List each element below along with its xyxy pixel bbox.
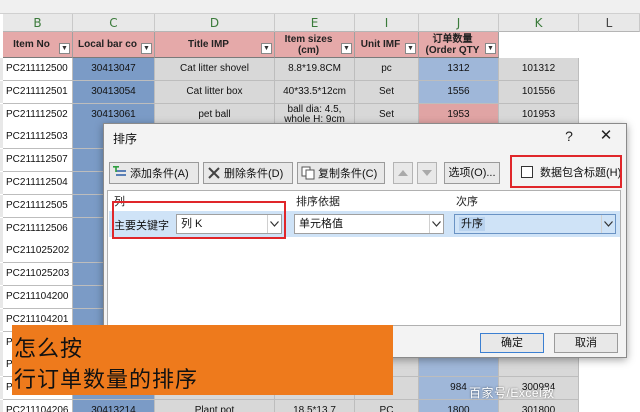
grid-header-sort-on: 排序依据: [296, 196, 340, 208]
copy-level-icon: [301, 166, 315, 180]
col-header-k[interactable]: K: [499, 14, 579, 32]
table-cell-e[interactable]: 8.8*19.8CM: [275, 58, 355, 81]
table-cell-k[interactable]: 301800: [499, 400, 579, 412]
table-cell-b[interactable]: PC211112506: [3, 218, 73, 241]
table-cell-c[interactable]: 30413047: [73, 58, 155, 81]
col-header-b[interactable]: B: [3, 14, 73, 32]
caption-line-2: 行订单数量的排序: [14, 368, 199, 393]
table-cell-j[interactable]: 1800: [419, 400, 499, 412]
table-cell-j[interactable]: 1312: [419, 58, 499, 81]
table-cell-b[interactable]: PC211112500: [3, 58, 73, 81]
sort-order-value: 升序: [459, 217, 485, 231]
filter-dropdown-icon[interactable]: ▼: [261, 43, 272, 54]
chevron-down-icon[interactable]: [429, 215, 443, 233]
watermark: 百家号/Excel教: [469, 386, 555, 400]
header-title[interactable]: Title IMP ▼: [155, 32, 275, 58]
table-cell-i[interactable]: pc: [355, 58, 419, 81]
col-header-l[interactable]: L: [579, 14, 640, 32]
table-cell-c[interactable]: 30413214: [73, 400, 155, 412]
header-local-bar[interactable]: Local bar co ▼: [73, 32, 155, 58]
delete-level-icon: [207, 166, 221, 180]
header-qty-text: 订单数量 (Order QTY: [425, 33, 480, 56]
filter-dropdown-icon[interactable]: ▼: [59, 43, 70, 54]
col-header-j[interactable]: J: [419, 14, 499, 32]
table-cell-b[interactable]: PC211112501: [3, 81, 73, 104]
table-cell-b[interactable]: PC211025202: [3, 240, 73, 263]
col-header-c[interactable]: C: [73, 14, 155, 32]
copy-level-label: 复制条件(C): [318, 168, 378, 180]
caption-line-1: 怎么按: [14, 337, 84, 362]
table-cell-b[interactable]: PC211112507: [3, 149, 73, 172]
move-up-button[interactable]: [393, 162, 413, 184]
table-cell-b[interactable]: PC211104206: [3, 400, 73, 412]
header-sizes[interactable]: Item sizes (cm) ▼: [275, 32, 355, 58]
table-cell-b[interactable]: PC211112504: [3, 172, 73, 195]
copy-level-button[interactable]: 复制条件(C): [297, 162, 385, 184]
table-cell-k[interactable]: 101312: [499, 58, 579, 81]
filter-dropdown-icon[interactable]: ▼: [485, 43, 496, 54]
highlight-box-key: [112, 201, 286, 239]
table-cell-d[interactable]: Cat litter shovel: [155, 58, 275, 81]
help-icon[interactable]: ?: [560, 127, 578, 145]
add-level-button[interactable]: 添加条件(A): [109, 162, 199, 184]
table-cell-e[interactable]: 18.5*13.7: [275, 400, 355, 412]
col-header-i[interactable]: I: [355, 14, 419, 32]
header-unit[interactable]: Unit IMF ▼: [355, 32, 419, 58]
table-cell-i[interactable]: PC: [355, 400, 419, 412]
sort-levels-grid[interactable]: 列 排序依据 次序 主要关键字 列 K 单元格值 升序: [107, 190, 621, 326]
table-cell-b[interactable]: PC211104200: [3, 286, 73, 309]
dialog-title: 排序: [113, 132, 138, 146]
delete-level-label: 删除条件(D): [224, 168, 284, 180]
filter-dropdown-icon[interactable]: ▼: [341, 43, 352, 54]
header-item-no-text: Item No: [13, 39, 50, 50]
sheet-top-strip: [0, 0, 640, 14]
filter-dropdown-icon[interactable]: ▼: [405, 43, 416, 54]
table-cell-k[interactable]: 101556: [499, 81, 579, 104]
highlight-box-headers: [510, 155, 622, 188]
table-cell-j[interactable]: 1556: [419, 81, 499, 104]
table-cell-b[interactable]: PC211112502: [3, 104, 73, 127]
header-local-bar-text: Local bar co: [78, 39, 137, 50]
table-cell-e[interactable]: 40*33.5*12cm: [275, 81, 355, 104]
move-down-button[interactable]: [417, 162, 437, 184]
options-button[interactable]: 选项(O)...: [444, 162, 500, 184]
sort-on-value: 单元格值: [299, 218, 343, 230]
table-cell-b[interactable]: PC211112503: [3, 126, 73, 149]
table-cell-b[interactable]: PC211025203: [3, 263, 73, 286]
header-unit-text: Unit IMF: [360, 39, 401, 50]
table-cell-i[interactable]: Set: [355, 81, 419, 104]
add-level-icon: [113, 166, 127, 180]
filter-dropdown-icon[interactable]: ▼: [141, 43, 152, 54]
table-cell-b[interactable]: PC211112505: [3, 195, 73, 218]
sort-dialog[interactable]: 排序 ? ✕ 添加条件(A) 删除条件(D) 复制条件(C) 选项(O)... …: [103, 123, 627, 358]
chevron-down-icon[interactable]: [601, 215, 615, 233]
table-cell-d[interactable]: Cat litter box: [155, 81, 275, 104]
header-title-text: Title IMP: [188, 39, 229, 50]
move-down-icon: [422, 170, 432, 176]
ok-button[interactable]: 确定: [480, 333, 544, 353]
table-cell-d[interactable]: Plant pot: [155, 400, 275, 412]
sort-order-select[interactable]: 升序: [454, 214, 616, 234]
close-icon[interactable]: ✕: [596, 127, 616, 145]
header-item-no[interactable]: Item No ▼: [3, 32, 73, 58]
grid-header-order: 次序: [456, 196, 478, 208]
delete-level-button[interactable]: 删除条件(D): [203, 162, 293, 184]
move-up-icon: [398, 170, 408, 176]
cancel-button[interactable]: 取消: [554, 333, 618, 353]
sort-on-select[interactable]: 单元格值: [294, 214, 444, 234]
header-qty[interactable]: 订单数量 (Order QTY ▼: [419, 32, 499, 58]
col-header-e[interactable]: E: [275, 14, 355, 32]
table-cell-c[interactable]: 30413054: [73, 81, 155, 104]
header-sizes-text: Item sizes (cm): [284, 33, 333, 56]
col-header-d[interactable]: D: [155, 14, 275, 32]
add-level-label: 添加条件(A): [130, 168, 189, 180]
